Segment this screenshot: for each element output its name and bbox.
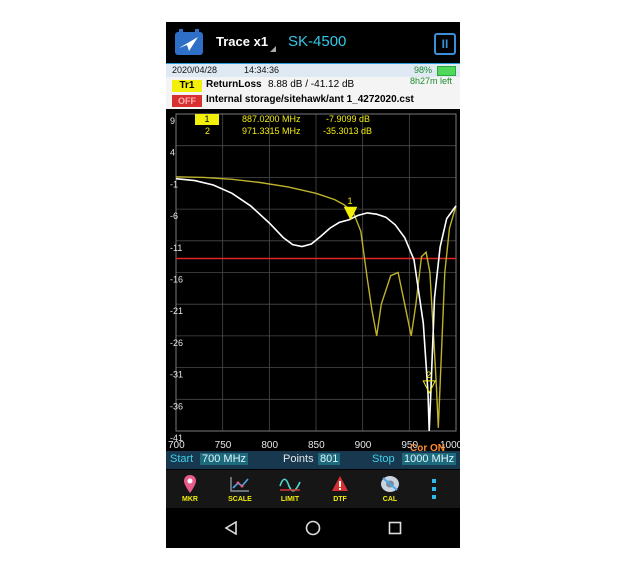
- trace-badge[interactable]: Tr1: [172, 80, 202, 92]
- x-tick-label: 750: [215, 440, 232, 451]
- dtf-label: DTF: [333, 496, 347, 503]
- start-label: Start: [170, 453, 194, 465]
- scale-label: SCALE: [228, 496, 252, 503]
- x-tick-label: 850: [308, 440, 325, 451]
- y-tick-label: -21: [170, 306, 183, 316]
- date-text: 2020/04/28: [172, 65, 218, 75]
- recents-icon[interactable]: [388, 521, 402, 535]
- pause-button[interactable]: II: [434, 33, 456, 55]
- start-freq-field[interactable]: 700 MHz: [200, 453, 249, 465]
- limit-button[interactable]: LIMIT: [270, 472, 310, 508]
- measurement-values: 8.88 dB / -41.12 dB: [268, 79, 355, 90]
- battery-percent: 98%: [414, 65, 433, 75]
- dropdown-corner-icon: [270, 46, 276, 52]
- scale-button[interactable]: SCALE: [220, 472, 260, 508]
- y-tick-label: -1: [170, 179, 178, 189]
- measurement-type: ReturnLoss: [206, 79, 262, 90]
- back-icon[interactable]: [224, 521, 238, 535]
- marker-2-number[interactable]: 2: [205, 126, 210, 136]
- marker-2-label: 2: [426, 370, 431, 380]
- marker-1-label: 1: [348, 196, 353, 206]
- app-logo-icon[interactable]: [174, 28, 204, 56]
- cal-label: CAL: [382, 496, 398, 503]
- stop-label: Stop: [372, 453, 395, 465]
- marker-2-freq: 971.3315 MHz: [242, 126, 301, 136]
- scale-graph-icon: [230, 477, 249, 492]
- trace-info-panel: Tr1 ReturnLoss 8.88 dB / -41.12 dB 8h27m…: [166, 76, 460, 109]
- cal-status-badge[interactable]: OFF: [172, 95, 202, 107]
- device-name: SK-4500: [288, 33, 347, 50]
- calibration-disc-icon: [381, 476, 399, 492]
- x-tick-label: 800: [261, 440, 278, 451]
- y-tick-label: 4: [170, 148, 175, 158]
- sweep-settings-row: Start 700 MHz Points 801 Stop 1000 MHz: [166, 451, 460, 469]
- y-tick-label: -11: [170, 243, 182, 253]
- return-loss-chart[interactable]: 94-1-6-11-16-21-26-31-36-41 700 750 800 850…: [166, 109, 460, 451]
- dtf-button[interactable]: DTF: [320, 472, 360, 508]
- battery-icon: [437, 66, 456, 76]
- marker-1-value: -7.9099 dB: [326, 114, 371, 124]
- y-tick-label: -6: [170, 211, 178, 221]
- warning-triangle-icon: [332, 476, 348, 491]
- time-text: 14:34:36: [244, 65, 280, 75]
- points-field[interactable]: 801: [318, 453, 341, 465]
- trace-selector[interactable]: Trace x1: [216, 34, 268, 49]
- stop-freq-field[interactable]: 1000 MHz: [402, 453, 457, 465]
- y-tick-label: -36: [170, 401, 183, 411]
- x-tick-label: 900: [355, 440, 372, 451]
- marker-2-value: -35.3013 dB: [323, 126, 373, 136]
- y-tick-label: -31: [170, 370, 183, 380]
- y-tick-label: 9: [170, 116, 175, 126]
- more-vertical-icon[interactable]: [430, 478, 438, 500]
- app-bar: Trace x1 SK-4500 II: [166, 22, 460, 62]
- battery-time-left: 8h27m left: [410, 76, 453, 86]
- correction-status: Cor ON: [410, 443, 445, 451]
- marker-2-triangle: [422, 380, 437, 394]
- bottom-toolbar: MKR SCALE LIMIT DTF CAL: [166, 470, 460, 508]
- limit-wave-icon: [279, 478, 301, 492]
- marker-1-number[interactable]: 1: [195, 114, 219, 125]
- y-tick-label: -16: [170, 275, 183, 285]
- phone-screen: Trace x1 SK-4500 II 2020/04/28 14:34:36 …: [166, 22, 460, 548]
- y-tick-label: -26: [170, 338, 183, 348]
- map-pin-icon: [184, 475, 196, 493]
- marker-1-freq: 887.0200 MHz: [242, 114, 301, 124]
- home-icon[interactable]: [305, 520, 321, 536]
- mkr-label: MKR: [182, 496, 198, 503]
- limit-label: LIMIT: [280, 496, 300, 503]
- cal-button[interactable]: CAL: [370, 472, 410, 508]
- points-label: Points: [283, 453, 314, 465]
- cal-file-path: Internal storage/sitehawk/ant 1_4272020.…: [206, 94, 414, 105]
- system-nav-bar: [166, 508, 460, 548]
- mkr-button[interactable]: MKR: [170, 472, 210, 508]
- x-tick-label: 700: [168, 440, 185, 451]
